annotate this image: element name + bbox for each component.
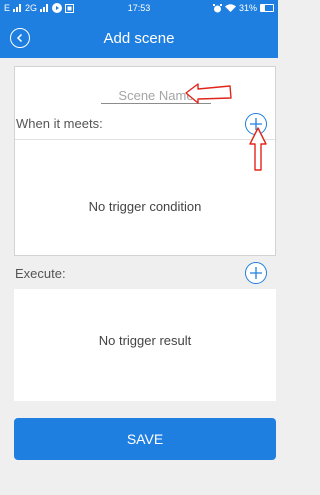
wifi-icon xyxy=(224,4,236,12)
add-condition-button[interactable] xyxy=(245,113,267,135)
no-result-text: No trigger result xyxy=(98,333,192,348)
battery-icon xyxy=(260,4,274,12)
status-bar: E 2G 17:53 31% xyxy=(0,0,278,18)
battery-percent: 31% xyxy=(238,3,257,13)
status-right: 31% xyxy=(212,3,274,13)
plus-icon xyxy=(250,118,262,130)
execute-row: Execute: xyxy=(14,258,276,288)
header: Add scene xyxy=(0,18,278,58)
alarm-icon xyxy=(212,3,222,12)
scene-name-input[interactable] xyxy=(101,87,211,104)
battery-fill xyxy=(261,5,265,11)
add-action-button[interactable] xyxy=(245,262,267,284)
result-card: No trigger result xyxy=(14,289,276,401)
scene-card: When it meets: No trigger condition xyxy=(14,66,276,256)
page-title: Add scene xyxy=(103,30,175,47)
conditions-label: When it meets: xyxy=(16,116,103,131)
divider xyxy=(15,139,275,140)
execute-label: Execute: xyxy=(15,266,66,281)
save-button[interactable]: SAVE xyxy=(14,418,276,460)
plus-icon xyxy=(250,267,262,279)
no-condition-text: No trigger condition xyxy=(88,199,202,214)
